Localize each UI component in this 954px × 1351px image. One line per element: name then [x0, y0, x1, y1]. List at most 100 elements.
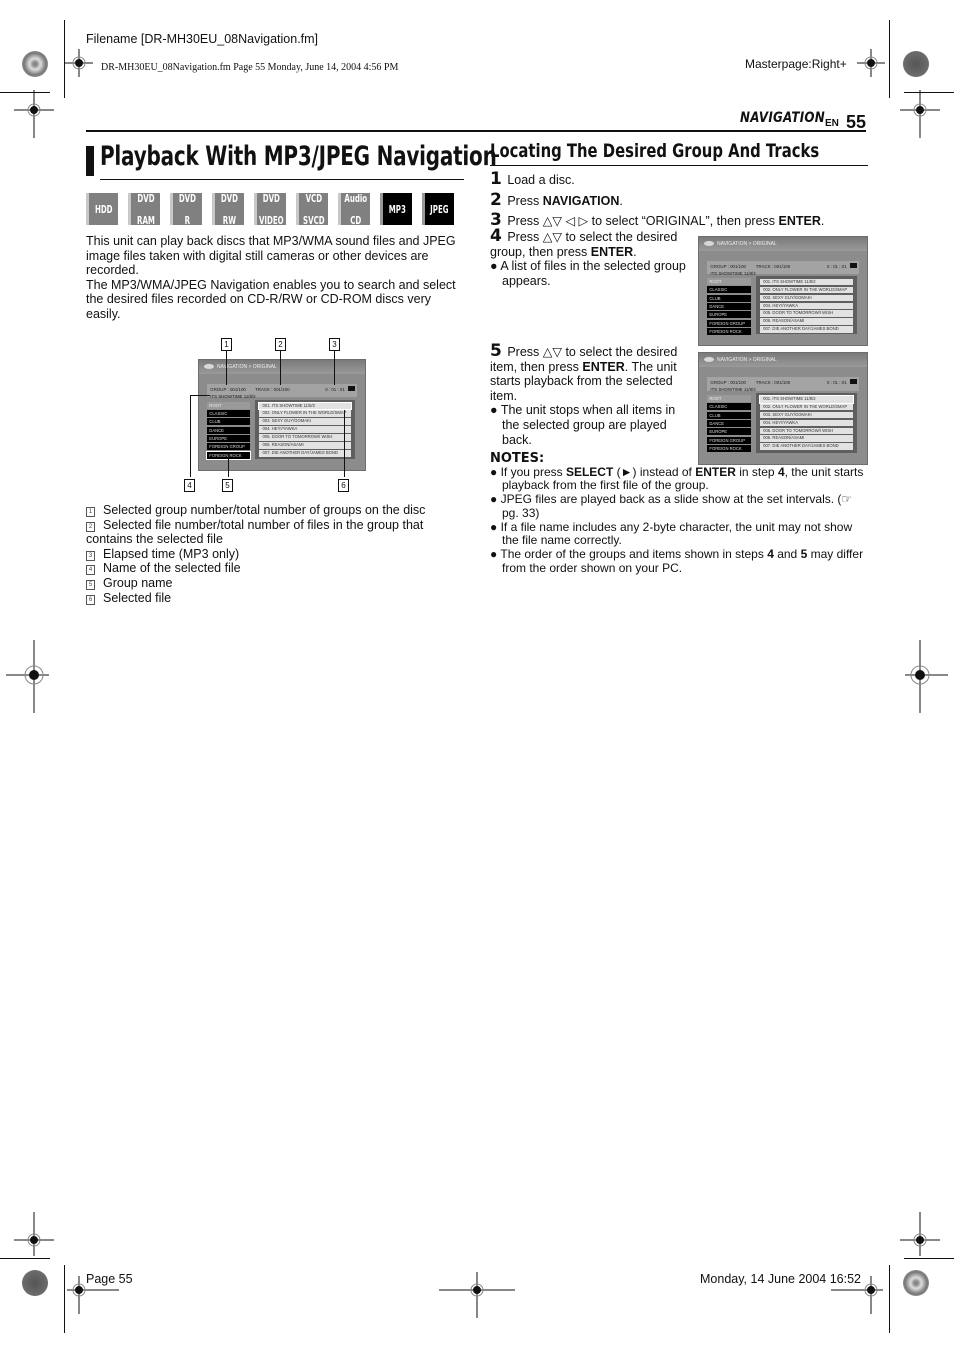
group-counter: GROUP : 001/100 [710, 380, 746, 386]
screen-titlebar: NAVIGATION > ORIGINAL [699, 237, 867, 251]
intro-paragraph: The MP3/WMA/JPEG Navigation enables you … [86, 277, 456, 321]
file-item: 002. ONLY FLOWER IN THE WORLD/SMAP [259, 410, 352, 418]
file-item: 007. DIE ANOTHER DAY/JAMES BOND [760, 443, 853, 450]
group-item: EUROPE [207, 434, 251, 442]
note-item: ● If you press SELECT (►) instead of ENT… [490, 464, 864, 493]
crop-mark [0, 92, 50, 93]
group-item: CLUB [207, 418, 251, 426]
file-item: 005. DOOR TO TOMORROW/I WISH [259, 434, 352, 441]
header-rule [86, 130, 866, 132]
page-title: Playback With MP3/JPEG Navigation [100, 141, 497, 172]
crop-mark [904, 1258, 954, 1259]
disc-icon [704, 357, 714, 362]
note-item: ● The order of the groups and items show… [490, 546, 864, 575]
language-label: EN [825, 118, 839, 129]
print-filename: Filename [DR-MH30EU_08Navigation.fm] [86, 32, 319, 46]
screen-titlebar: NAVIGATION > ORIGINAL [699, 353, 867, 367]
print-fm-line: DR-MH30EU_08Navigation.fm Page 55 Monday… [101, 62, 399, 73]
callout-5: 5 [222, 479, 233, 492]
callout-leader [280, 351, 281, 385]
group-list: ROOT CLASSIC CLUB DANCE EUROPE FOREIGN G… [707, 395, 752, 453]
group-item: DANCE [207, 426, 251, 434]
badge-hdd: HDD [86, 193, 118, 225]
file-item: 007. DIE ANOTHER DAY/JAMES BOND [760, 326, 853, 333]
group-item: CLASSIC [707, 286, 752, 294]
file-item: 002. ONLY FLOWER IN THE WORLD/SMAP [760, 403, 853, 411]
legend-item: 4 Name of the selected file [86, 561, 466, 576]
color-disc-icon [903, 1270, 929, 1296]
callout-2: 2 [275, 338, 286, 351]
crop-mark [0, 1258, 50, 1259]
group-list: ROOT CLASSIC CLUB DANCE EUROPE FOREIGN G… [707, 278, 752, 336]
color-disc-icon [22, 51, 48, 77]
file-item: 001. ITS SHOWTIME 11/8/2 [760, 278, 853, 286]
group-item: DANCE [707, 302, 752, 310]
group-item: CLASSIC [207, 410, 251, 418]
step-5-bullet: ● The unit stops when all items in the s… [490, 403, 676, 447]
now-playing-name: ITS SHOWTIME 11/8/2 [210, 394, 256, 400]
callout-leader [190, 395, 191, 477]
intro-paragraph: This unit can play back discs that MP3/W… [86, 234, 456, 278]
group-item: FOREIGN GROUP [207, 443, 251, 451]
step-2: 2 Press NAVIGATION. [490, 189, 623, 210]
crop-mark [889, 1265, 890, 1333]
file-item: 002. ONLY FLOWER IN THE WORLD/SMAP [760, 286, 853, 294]
print-footer-page: Page 55 [86, 1272, 133, 1286]
file-item: 004. HEY!/YAWKA [760, 302, 853, 310]
file-item: 005. DOOR TO TOMORROW/I WISH [760, 310, 853, 318]
file-item: 003. SEXY GUY/GOMAKI [760, 411, 853, 419]
file-item: 006. REASON/ASAMI [760, 318, 853, 325]
file-item: 003. SEXY GUY/GOMAKI [760, 294, 853, 302]
disc-type-badges: HDD DVD RAM DVD R DVD RW DVD VIDEO VCD SVCD A… [86, 193, 454, 226]
callout-3: 3 [329, 338, 340, 351]
notes: NOTES: ● If you press SELECT (►) instead… [490, 452, 870, 575]
callout-leader [190, 395, 210, 396]
group-item: ROOT [707, 278, 752, 286]
legend-item: 5 Group name [86, 576, 466, 591]
step-4-bullet: ● A list of files in the selected group … [490, 259, 686, 288]
group-item: DANCE [707, 420, 752, 428]
track-counter: TRACK : 001/100 [255, 387, 290, 393]
screen-info-panel: GROUP : 001/100 TRACK : 001/100 0 : 01 :… [707, 260, 859, 276]
file-item: 001. ITS SHOWTIME 11/8/2 [258, 401, 353, 411]
group-item: FOREIGN GROUP [707, 436, 752, 444]
group-item: CLUB [707, 411, 752, 419]
group-item: ROOT [707, 395, 752, 403]
badge-jpeg: JPEG [422, 193, 454, 225]
badge-audio-cd: Audio CD [338, 193, 370, 226]
badge-dvd-r: DVD R [170, 193, 202, 226]
file-list: 001. ITS SHOWTIME 11/8/2 002. ONLY FLOWE… [255, 399, 356, 459]
disc-icon [704, 241, 714, 246]
elapsed-time: 0 : 01 : 01 [826, 380, 847, 386]
navigation-screen: NAVIGATION > ORIGINAL GROUP : 001/100 TR… [198, 359, 366, 471]
elapsed-time: 0 : 01 : 01 [826, 263, 847, 269]
group-item: EUROPE [707, 311, 752, 319]
print-masterpage: Masterpage:Right+ [745, 57, 847, 71]
group-counter: GROUP : 001/100 [710, 263, 746, 269]
legend-item: 3 Elapsed time (MP3 only) [86, 547, 466, 562]
steps-1-3: 1 Load a disc. 2 Press NAVIGATION. 3 Pre… [490, 169, 870, 232]
color-disc-icon [22, 1270, 48, 1296]
play-icon [348, 386, 356, 392]
file-item: 001. ITS SHOWTIME 11/8/2 [759, 395, 854, 404]
badge-mp3: MP3 [380, 193, 412, 225]
group-item: CLUB [707, 294, 752, 302]
crop-mark [64, 20, 65, 98]
print-footer-date: Monday, 14 June 2004 16:52 [700, 1272, 862, 1286]
badge-vcd-svcd: VCD SVCD [296, 193, 328, 226]
callout-leader [344, 410, 345, 477]
callout-leader [228, 453, 229, 477]
callout-leader [334, 351, 335, 385]
now-playing-name: ITS SHOWTIME 11/8/2 [710, 270, 756, 276]
crop-mark [889, 20, 890, 98]
callout-6: 6 [338, 479, 349, 492]
file-item: 005. DOOR TO TOMORROW/I WISH [760, 427, 853, 435]
file-item: 003. SEXY GUY/GOMAKI [259, 418, 352, 425]
badge-dvd-rw: DVD RW [212, 193, 244, 226]
callout-4: 4 [184, 479, 195, 492]
file-list: 001. ITS SHOWTIME 11/8/2 002. ONLY FLOWE… [756, 392, 857, 453]
file-item: 006. REASON/ASAMI [259, 442, 352, 449]
group-item: FOREIGN GROUP [707, 319, 752, 327]
annotated-screen-diagram: NAVIGATION > ORIGINAL GROUP : 001/100 TR… [180, 335, 370, 495]
step-4: 4 Press △▽ to select the desired group, … [490, 228, 690, 288]
